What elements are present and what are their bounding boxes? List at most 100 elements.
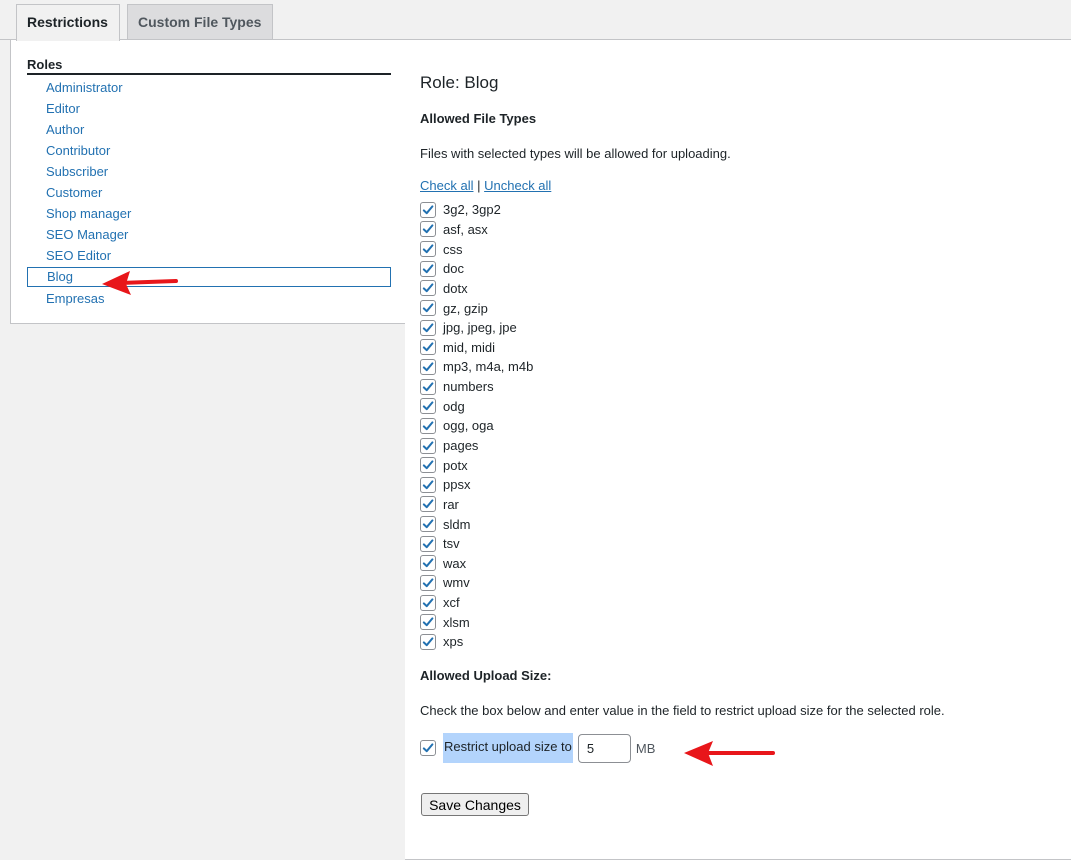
file-type-checkbox[interactable]: [420, 594, 436, 611]
role-item[interactable]: Contributor: [27, 140, 391, 161]
file-type-checkbox[interactable]: [420, 398, 436, 415]
file-type-label: dotx: [443, 280, 468, 296]
roles-list: Administrator Editor Author Contributor Subs…: [27, 77, 391, 309]
file-type-label: ppsx: [443, 477, 471, 493]
file-type-item: xlsm: [420, 612, 533, 632]
file-type-label: numbers: [443, 379, 494, 395]
file-type-item: mid, midi: [420, 337, 533, 357]
file-type-checkbox[interactable]: [420, 535, 436, 552]
roles-panel: Roles Administrator Editor Author Contribut…: [10, 40, 406, 324]
role-item[interactable]: SEO Editor: [27, 245, 391, 266]
file-type-label: wax: [443, 555, 467, 571]
file-type-item: gz, gzip: [420, 298, 533, 318]
save-changes-button[interactable]: Save Changes: [421, 793, 529, 816]
file-type-label: asf, asx: [443, 221, 488, 237]
role-item[interactable]: Author: [27, 119, 391, 140]
tab-restrictions[interactable]: Restrictions: [16, 4, 120, 41]
check-links: Check all | Uncheck all: [420, 178, 551, 193]
file-type-checkbox[interactable]: [420, 633, 436, 650]
file-type-label: pages: [443, 438, 479, 453]
file-type-checkbox[interactable]: [420, 574, 436, 591]
file-type-item: dotx: [420, 279, 533, 299]
upload-size-unit: MB: [635, 740, 656, 756]
role-item[interactable]: Shop manager: [27, 203, 391, 224]
file-type-item: jpg, jpeg, jpe: [420, 318, 533, 338]
file-type-label: xlsm: [443, 614, 470, 630]
role-heading: Role: Blog: [420, 73, 499, 92]
role-item[interactable]: Customer: [27, 182, 391, 203]
check-all-link[interactable]: Check all: [420, 178, 473, 193]
allowed-file-types-label: Allowed File Types: [420, 111, 537, 126]
role-item[interactable]: Administrator: [27, 77, 391, 98]
file-type-item: wax: [420, 554, 533, 574]
file-type-label: gz, gzip: [443, 300, 488, 316]
file-type-item: odg: [420, 396, 533, 416]
file-type-label: wmv: [443, 575, 470, 591]
role-settings-panel: Role: Blog Allowed File Types Files with…: [405, 40, 1071, 860]
file-type-checkbox[interactable]: [420, 437, 436, 454]
upload-size-description: Check the box below and enter value in t…: [420, 703, 945, 718]
file-type-label: mid, midi: [443, 339, 496, 355]
file-type-checkbox[interactable]: [420, 319, 436, 336]
file-type-item: asf, asx: [420, 220, 533, 240]
role-item[interactable]: Blog: [27, 267, 391, 287]
file-type-item: ogg, oga: [420, 416, 533, 436]
role-item[interactable]: Subscriber: [27, 161, 391, 182]
tab-custom-file-types[interactable]: Custom File Types: [127, 4, 273, 39]
restrict-upload-label: Restrict upload size to: [443, 733, 573, 763]
restrict-upload-row: Restrict upload size to MB: [420, 733, 655, 763]
file-type-checkbox[interactable]: [420, 260, 436, 277]
upload-size-input[interactable]: [577, 733, 631, 763]
tab-divider: [0, 39, 1071, 40]
file-type-label: css: [443, 241, 463, 257]
file-type-label: 3g2, 3gp2: [443, 202, 501, 218]
role-item[interactable]: Empresas: [27, 288, 391, 309]
file-type-label: jpg, jpeg, jpe: [443, 320, 517, 336]
restrict-upload-checkbox[interactable]: [420, 740, 436, 756]
link-separator: |: [477, 178, 481, 193]
file-type-item: xcf: [420, 593, 533, 613]
file-type-label: tsv: [443, 536, 460, 552]
file-type-checkbox[interactable]: [420, 358, 436, 375]
file-type-label: xps: [443, 634, 464, 650]
file-type-checkbox[interactable]: [420, 241, 436, 258]
file-type-item: pages: [420, 436, 533, 456]
file-type-checkbox[interactable]: [420, 221, 436, 238]
file-type-checkbox[interactable]: [420, 457, 436, 474]
file-type-item: css: [420, 239, 533, 259]
file-type-label: xcf: [443, 595, 460, 611]
file-type-checkbox[interactable]: [420, 555, 436, 572]
allowed-file-types-description: Files with selected types will be allowe…: [420, 146, 731, 161]
file-type-checkbox[interactable]: [420, 280, 436, 297]
roles-title: Roles: [27, 57, 391, 75]
annotation-arrow-icon: [102, 271, 178, 295]
file-type-item: xps: [420, 632, 533, 652]
file-type-item: mp3, m4a, m4b: [420, 357, 533, 377]
file-type-checkbox[interactable]: [420, 476, 436, 493]
file-type-checkbox[interactable]: [420, 201, 436, 218]
file-type-item: potx: [420, 455, 533, 475]
file-type-label: sldm: [443, 516, 471, 532]
allowed-upload-size-label: Allowed Upload Size:: [420, 668, 552, 683]
file-type-item: numbers: [420, 377, 533, 397]
file-type-item: doc: [420, 259, 533, 279]
role-item[interactable]: Editor: [27, 98, 391, 119]
file-type-checkbox[interactable]: [420, 516, 436, 533]
file-type-label: doc: [443, 261, 464, 277]
file-type-item: ppsx: [420, 475, 533, 495]
file-type-checkbox[interactable]: [420, 614, 436, 631]
file-type-checkbox[interactable]: [420, 417, 436, 434]
file-type-label: potx: [443, 457, 468, 473]
file-type-checkbox[interactable]: [420, 339, 436, 356]
file-types-list: 3g2, 3gp2 asf, asx css doc dotx gz, gzip jpg, …: [420, 200, 533, 652]
file-type-label: odg: [443, 398, 465, 414]
role-item[interactable]: SEO Manager: [27, 224, 391, 245]
file-type-checkbox[interactable]: [420, 300, 436, 317]
file-type-item: sldm: [420, 514, 533, 534]
file-type-checkbox[interactable]: [420, 496, 436, 513]
annotation-arrow-icon: [684, 741, 775, 766]
file-type-checkbox[interactable]: [420, 378, 436, 395]
file-type-label: ogg, oga: [443, 418, 494, 434]
file-type-item: 3g2, 3gp2: [420, 200, 533, 220]
uncheck-all-link[interactable]: Uncheck all: [484, 178, 551, 193]
